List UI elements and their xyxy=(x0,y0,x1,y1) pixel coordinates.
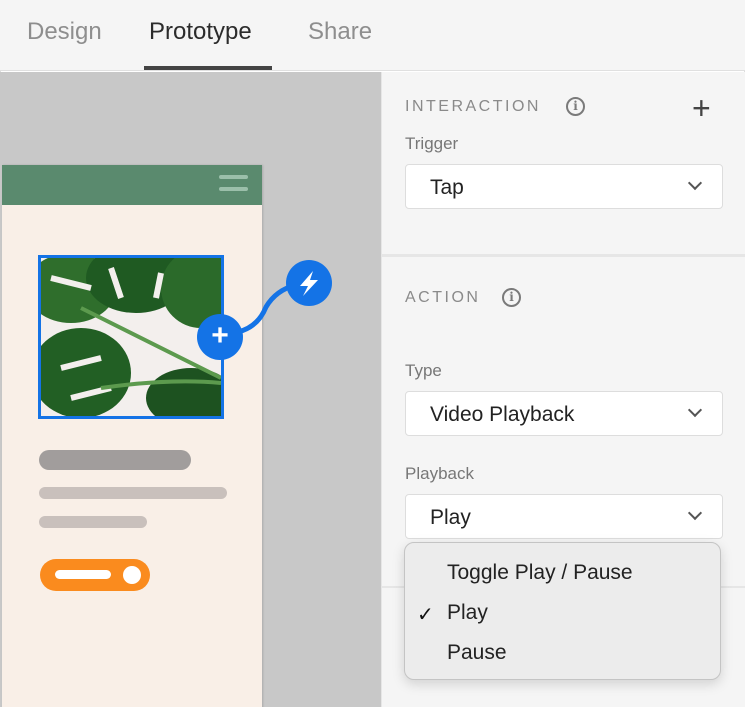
playback-dropdown-menu: Toggle Play / Pause ✓ Play Pause xyxy=(404,542,721,680)
tab-share[interactable]: Share xyxy=(308,18,372,46)
type-select[interactable]: Video Playback xyxy=(405,391,723,436)
chevron-down-icon xyxy=(687,505,703,521)
info-icon[interactable]: i xyxy=(566,97,585,116)
trigger-select[interactable]: Tap xyxy=(405,164,723,209)
add-interaction-icon[interactable]: + xyxy=(692,92,711,124)
menu-item-play[interactable]: Play xyxy=(447,601,488,625)
menu-item-pause[interactable]: Pause xyxy=(447,641,507,665)
tab-prototype[interactable]: Prototype xyxy=(149,18,252,46)
connector-wire xyxy=(237,282,297,335)
section-divider xyxy=(382,254,745,257)
checkmark-icon: ✓ xyxy=(417,604,434,626)
active-tab-indicator xyxy=(144,66,272,70)
chevron-down-icon xyxy=(687,402,703,418)
menu-item-toggle-play-pause[interactable]: Toggle Play / Pause xyxy=(447,561,633,585)
chevron-down-icon xyxy=(687,175,703,191)
trigger-label: Trigger xyxy=(405,134,459,153)
canvas[interactable]: + xyxy=(0,72,381,707)
playback-select[interactable]: Play xyxy=(405,494,723,539)
interaction-heading: INTERACTION xyxy=(405,98,541,115)
plus-icon[interactable]: + xyxy=(208,321,232,351)
info-icon[interactable]: i xyxy=(502,288,521,307)
trigger-value: Tap xyxy=(430,176,464,199)
type-value: Video Playback xyxy=(430,403,575,426)
mode-tabs: Design Prototype Share xyxy=(0,0,745,71)
interaction-connector xyxy=(197,260,332,360)
playback-value: Play xyxy=(430,506,471,529)
type-label: Type xyxy=(405,361,442,380)
tab-design[interactable]: Design xyxy=(27,18,102,46)
playback-label: Playback xyxy=(405,464,474,483)
action-heading: ACTION xyxy=(405,289,481,306)
